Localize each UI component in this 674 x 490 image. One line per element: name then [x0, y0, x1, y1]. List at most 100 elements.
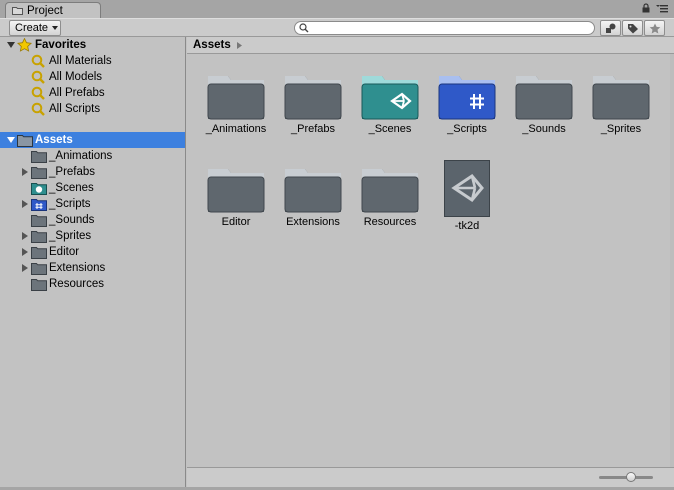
tree-item-label: Extensions — [49, 262, 106, 274]
tag-icon — [627, 23, 638, 33]
grid-item-label: _Sprites — [600, 123, 642, 135]
saved-search-icon — [31, 70, 45, 84]
collapsed-arrow-icon[interactable] — [21, 264, 29, 272]
scripts-folder-icon — [438, 76, 496, 120]
grid-item-editor[interactable]: Editor — [198, 165, 274, 255]
folder-icon — [31, 247, 47, 259]
tree-item-animations[interactable]: _Animations — [0, 148, 185, 164]
grid-item-label: _Sounds — [522, 123, 566, 135]
scenes-folder-icon — [31, 183, 47, 195]
tree-item-extensions[interactable]: Extensions — [0, 260, 185, 276]
star-icon — [649, 23, 660, 33]
grid-item-sprites[interactable]: _Sprites — [583, 72, 659, 162]
tree-item-label: _Animations — [49, 150, 113, 162]
tree-item-label: All Materials — [49, 55, 112, 67]
tree-item-label: _Prefabs — [49, 166, 96, 178]
grid-item-label: _Animations — [205, 123, 267, 135]
saved-search-icon — [31, 102, 45, 116]
tree-item-label: Resources — [49, 278, 104, 290]
folder-icon — [31, 231, 47, 243]
folder-icon — [17, 135, 33, 147]
grid-item-label: Editor — [221, 216, 251, 228]
expanded-arrow-icon[interactable] — [7, 41, 15, 49]
lock-icon[interactable] — [642, 3, 650, 13]
saved-search-icon — [31, 86, 45, 100]
collapsed-arrow-icon[interactable] — [21, 232, 29, 240]
expanded-arrow-icon[interactable] — [7, 136, 15, 144]
tree-item-label: _Sounds — [49, 214, 95, 226]
breadcrumb: Assets — [187, 37, 674, 54]
create-button[interactable]: Create — [9, 20, 61, 36]
grid-scrollbar[interactable] — [670, 54, 674, 467]
favorites-star-icon — [17, 38, 32, 52]
favorites-label: Favorites — [35, 39, 87, 51]
tree-item-scenes[interactable]: _Scenes — [0, 180, 185, 196]
folder-icon — [361, 169, 419, 213]
dropdown-arrow-icon — [52, 26, 59, 30]
tree-item-sprites[interactable]: _Sprites — [0, 228, 185, 244]
tree-item-prefabs[interactable]: _Prefabs — [0, 164, 185, 180]
unity-scene-icon — [444, 160, 490, 217]
assets-label: Assets — [35, 134, 73, 146]
menu-icon[interactable] — [656, 4, 668, 13]
tree-item-label: _Scripts — [49, 198, 91, 210]
folder-icon — [12, 7, 23, 15]
collapsed-arrow-icon[interactable] — [21, 200, 29, 208]
folder-icon — [31, 279, 47, 291]
create-label: Create — [15, 22, 49, 34]
scripts-folder-icon — [31, 199, 47, 211]
tree-item-favorites[interactable]: Favorites — [0, 37, 185, 53]
search-icon — [299, 23, 309, 33]
grid-item-scripts[interactable]: _Scripts — [429, 72, 505, 162]
folder-icon — [515, 76, 573, 120]
grid-item-sounds[interactable]: _Sounds — [506, 72, 582, 162]
grid-item-label: _Prefabs — [290, 123, 336, 135]
slider-handle[interactable] — [626, 472, 636, 482]
tree-item-editor[interactable]: Editor — [0, 244, 185, 260]
breadcrumb-assets[interactable]: Assets — [193, 39, 231, 51]
search-input[interactable] — [312, 22, 572, 34]
grid-item-label: _Scripts — [447, 123, 487, 135]
breadcrumb-arrow-icon[interactable] — [236, 41, 242, 49]
tab-title: Project — [27, 4, 63, 17]
tree-item-sounds[interactable]: _Sounds — [0, 212, 185, 228]
tree-item-all-scripts[interactable]: All Scripts — [0, 101, 185, 117]
folder-icon — [284, 76, 342, 120]
grid-item-animations[interactable]: _Animations — [198, 72, 274, 162]
tree-item-all-models[interactable]: All Models — [0, 69, 185, 85]
collapsed-arrow-icon[interactable] — [21, 168, 29, 176]
collapsed-arrow-icon[interactable] — [21, 248, 29, 256]
grid-item-scenes[interactable]: _Scenes — [352, 72, 428, 162]
toolbar: Create — [0, 18, 674, 37]
folder-icon — [207, 169, 265, 213]
search-by-label-button[interactable] — [622, 20, 643, 36]
grid-item-label: Resources — [363, 216, 417, 228]
tree-item-label: All Prefabs — [49, 87, 105, 99]
folder-icon — [31, 167, 47, 179]
icon-size-slider[interactable] — [599, 472, 653, 482]
search-field[interactable] — [294, 21, 595, 35]
tree-item-scripts[interactable]: _Scripts — [0, 196, 185, 212]
tree-item-all-materials[interactable]: All Materials — [0, 53, 185, 69]
tree-item-resources[interactable]: Resources — [0, 276, 185, 292]
save-search-button[interactable] — [644, 20, 665, 36]
tab-project[interactable]: Project — [5, 2, 101, 18]
folder-icon — [31, 151, 47, 163]
folder-icon — [31, 215, 47, 227]
tree-item-label: _Scenes — [49, 182, 94, 194]
grid-item-extensions[interactable]: Extensions — [275, 165, 351, 255]
tree-item-label: Editor — [49, 246, 80, 258]
search-by-type-button[interactable] — [600, 20, 621, 36]
asset-grid: _Animations _Prefabs _Scenes _Scripts _S… — [187, 54, 670, 467]
tree-item-assets[interactable]: Assets — [0, 132, 185, 148]
tab-strip: Project — [0, 0, 674, 18]
grid-item-tk2d[interactable]: -tk2d — [429, 160, 505, 255]
tree-item-all-prefabs[interactable]: All Prefabs — [0, 85, 185, 101]
scenes-folder-icon — [361, 76, 419, 120]
project-tree: Favorites All Materials All Models All P… — [0, 37, 186, 490]
grid-item-prefabs[interactable]: _Prefabs — [275, 72, 351, 162]
grid-item-resources[interactable]: Resources — [352, 165, 428, 255]
status-bar — [187, 467, 674, 487]
tree-item-label: _Sprites — [49, 230, 92, 242]
grid-item-label: -tk2d — [454, 220, 480, 232]
